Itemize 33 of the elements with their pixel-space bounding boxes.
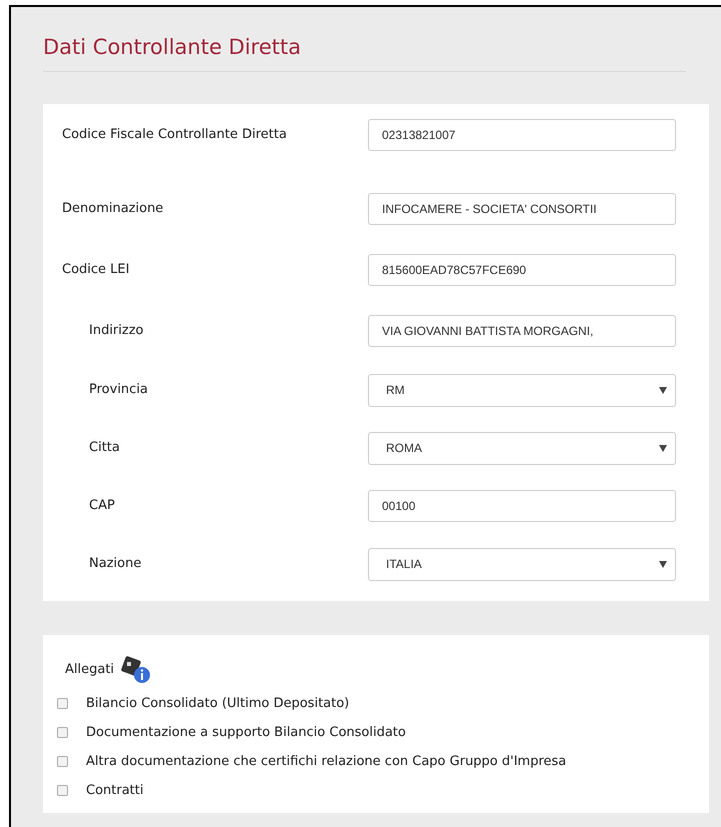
field-label: CAP [89, 497, 116, 516]
dropdown-caret-icon [659, 560, 667, 568]
checkbox[interactable] [57, 756, 68, 767]
input-field[interactable]: 00100 [368, 490, 676, 522]
dropdown-caret-icon [659, 444, 667, 452]
select-field[interactable]: RM [368, 374, 676, 406]
checkbox-label: Documentazione a supporto Bilancio Consolidato [86, 724, 406, 742]
field-label: Nazione [89, 555, 142, 574]
field-label: Provincia [89, 381, 149, 400]
field-label: Citta [89, 439, 121, 458]
input-field[interactable]: VIA GIOVANNI BATTISTA MORGAGNI, [368, 314, 676, 346]
field-label: Codice LEI [62, 260, 130, 279]
input-field[interactable]: 815600EAD78C57FCE690 [368, 254, 676, 286]
select-field[interactable]: ROMA [368, 432, 676, 464]
checkbox-label: Contratti [86, 782, 144, 800]
select-field[interactable]: ITALIA [368, 548, 676, 580]
select-value: RM [386, 382, 405, 399]
input-field[interactable]: INFOCAMERE - SOCIETA' CONSORTII [368, 192, 676, 224]
checkbox[interactable] [57, 727, 68, 738]
select-value: ROMA [386, 440, 422, 457]
info-icon[interactable] [120, 655, 152, 685]
checkbox[interactable] [57, 698, 68, 709]
field-label: Codice Fiscale Controllante Diretta [62, 126, 288, 144]
checkbox[interactable] [57, 785, 68, 796]
dropdown-caret-icon [659, 386, 667, 394]
input-field[interactable]: 02313821007 [368, 119, 676, 151]
attachments-title: Allegati [65, 661, 114, 680]
section-title: Dati Controllante Diretta [43, 34, 301, 61]
checkbox-label: Altra documentazione che certifichi relazione con Capo Gruppo d'Impresa [86, 752, 566, 771]
select-value: ITALIA [386, 556, 422, 573]
field-label: Indirizzo [89, 322, 144, 340]
checkbox-label: Bilancio Consolidato (Ultimo Depositato) [86, 694, 350, 713]
field-label: Denominazione [62, 200, 164, 218]
